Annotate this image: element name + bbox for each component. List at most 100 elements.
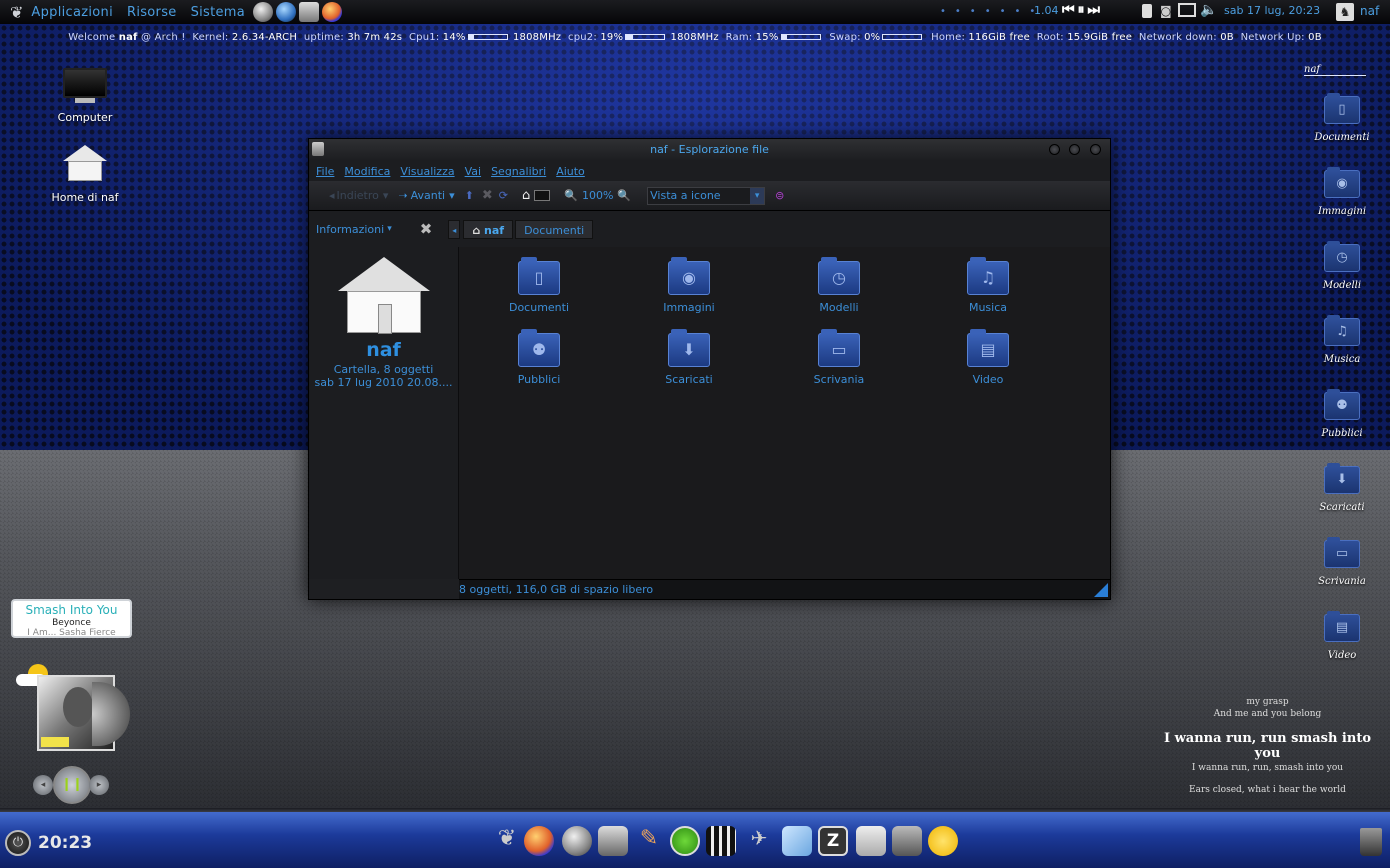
cpu2-bar (625, 34, 666, 40)
gimp-icon[interactable]: ✎ (634, 826, 664, 856)
firefox-icon[interactable] (322, 2, 343, 22)
next-button[interactable]: ▸ (89, 775, 109, 795)
now-playing-card[interactable]: Smash Into You Beyonce I Am... Sasha Fie… (11, 599, 132, 638)
film-icon: ▤ (1335, 620, 1349, 635)
file-item-modelli[interactable]: ◷ Modelli (789, 257, 889, 314)
forward-dropdown-icon[interactable]: ▾ (449, 189, 455, 202)
breadcrumb-documenti[interactable]: Documenti (515, 219, 594, 239)
people-icon: ⚉ (531, 340, 547, 359)
desktop-folder-scrivania[interactable]: ▭ Scrivania (1306, 537, 1378, 587)
menu-file[interactable]: File (316, 165, 334, 178)
view-mode-select[interactable]: Vista a icone ▾ (647, 186, 766, 205)
speaker-icon[interactable]: 🔈 (1200, 2, 1217, 18)
desktop-folder-pubblici[interactable]: ⚉ Pubblici (1306, 389, 1378, 439)
power-icon[interactable]: ⏻ (5, 830, 31, 856)
forward-button[interactable]: Avanti (411, 189, 445, 202)
menu-aiuto[interactable]: Aiuto (556, 165, 585, 178)
firefox-icon[interactable] (524, 826, 554, 856)
virtualbox-icon[interactable] (782, 826, 812, 856)
airplane-icon[interactable]: ✈ (744, 826, 774, 856)
right-header: naf (1304, 64, 1366, 76)
desktop-folder-immagini[interactable]: ◉ Immagini (1306, 167, 1378, 217)
previous-button[interactable]: ◂ (33, 775, 53, 795)
breadcrumb-left-icon[interactable]: ◂ (448, 219, 461, 239)
home-icon[interactable]: ⌂ (522, 188, 530, 203)
file-item-scrivania[interactable]: ▭ Scrivania (789, 329, 889, 386)
file-item-video[interactable]: ▤ Video (938, 329, 1038, 386)
minimize-button[interactable] (1049, 144, 1060, 155)
file-item-musica[interactable]: ♫ Musica (938, 257, 1038, 314)
weather-sun-icon[interactable] (928, 826, 958, 856)
terminal-icon[interactable] (299, 2, 320, 22)
track-album: I Am... Sasha Fierce (27, 628, 116, 638)
house-icon (63, 145, 107, 161)
conky-ram-pct: 15% (755, 32, 779, 43)
up-icon[interactable]: ⬆ (465, 189, 474, 202)
monitor-icon[interactable] (1178, 3, 1196, 17)
menu-segnalibri[interactable]: Segnalibri (491, 165, 546, 178)
file-item-immagini[interactable]: ◉ Immagini (639, 257, 739, 314)
desktop-home[interactable]: Home di naf (44, 145, 126, 204)
pidgin-icon[interactable] (253, 2, 274, 22)
maximize-button[interactable] (1069, 144, 1080, 155)
zoom-out-icon[interactable]: 🔍 (564, 189, 578, 202)
back-dropdown-icon[interactable]: ▾ (383, 189, 389, 202)
pidgin-icon[interactable] (562, 826, 592, 856)
gnome-foot-icon[interactable]: ❦ (492, 826, 522, 856)
media-controls[interactable]: ⏮ ⏸ ⏭ (1062, 2, 1100, 18)
window-titlebar[interactable]: naf - Esplorazione file (309, 139, 1110, 161)
desktop-folder-documenti[interactable]: ▯ Documenti (1306, 93, 1378, 143)
menu-applicazioni[interactable]: Applicazioni (31, 5, 113, 20)
desktop-folder-video[interactable]: ▤ Video (1306, 611, 1378, 661)
user-avatar-icon[interactable]: ♞ (1336, 3, 1354, 21)
menu-vai[interactable]: Vai (465, 165, 481, 178)
folder-label: Musica (1323, 354, 1361, 365)
filezilla-icon[interactable]: Z (818, 826, 848, 856)
terminal-icon[interactable] (598, 826, 628, 856)
reload-icon[interactable]: ⟳ (499, 189, 508, 202)
menu-modifica[interactable]: Modifica (344, 165, 390, 178)
system-monitor-bar: Welcome naf @ Arch ! Kernel: 2.6.34-ARCH… (0, 32, 1390, 48)
panel-clock[interactable]: sab 17 lug, 20:23 (1224, 4, 1320, 17)
clapper-icon[interactable] (706, 826, 736, 856)
zoom-in-icon[interactable]: 🔍 (617, 189, 631, 202)
zoom-level[interactable]: 100% (582, 189, 613, 202)
conky-cpu1-mhz: 1808MHz (513, 32, 562, 43)
desktop-folder-musica[interactable]: ♫ Musica (1306, 315, 1378, 365)
close-sidebar-icon[interactable]: ✖ (420, 220, 433, 238)
close-button[interactable] (1090, 144, 1101, 155)
tool-icon[interactable] (856, 826, 886, 856)
camera-icon: ◉ (1336, 176, 1348, 191)
desktop-folder-scaricati[interactable]: ⬇ Scaricati (1306, 463, 1378, 513)
menu-sistema[interactable]: Sistema (191, 5, 245, 20)
stop-icon[interactable]: ✖ (482, 188, 493, 203)
network-small-icon[interactable]: ◙ (1160, 4, 1172, 18)
trash-icon[interactable] (1360, 828, 1382, 856)
file-item-scaricati[interactable]: ⬇ Scaricati (639, 329, 739, 386)
volume-value: 1.04 (1034, 4, 1059, 17)
pause-button[interactable]: ❙❙ (53, 766, 91, 804)
breadcrumb-naf[interactable]: ⌂ naf (463, 219, 514, 239)
file-item-pubblici[interactable]: ⚉ Pubblici (489, 329, 589, 386)
conky-cpu2-mhz: 1808MHz (670, 32, 719, 43)
menu-risorse[interactable]: Risorse (127, 5, 177, 20)
globe-icon[interactable] (276, 2, 297, 22)
sidebar-selector[interactable]: Informazioni (316, 223, 384, 236)
desktop-folder-modelli[interactable]: ◷ Modelli (1306, 241, 1378, 291)
sidebar-selector-chevron-icon[interactable]: ▾ (387, 224, 392, 234)
file-item-documenti[interactable]: ▯ Documenti (489, 257, 589, 314)
conky-kernel: 2.6.34-ARCH (231, 32, 298, 43)
desktop-computer[interactable]: Computer (48, 68, 122, 124)
computer-icon[interactable] (534, 190, 551, 201)
window-menu-icon[interactable] (312, 142, 324, 156)
workspace-dots[interactable]: ••••••• (940, 6, 1044, 17)
resize-grip-icon[interactable] (1094, 583, 1108, 597)
eject-icon[interactable]: ⊜ (775, 189, 784, 202)
back-button[interactable]: Indietro (337, 189, 379, 202)
menu-visualizza[interactable]: Visualizza (400, 165, 454, 178)
drive-icon[interactable] (892, 826, 922, 856)
media-player-icon[interactable] (670, 826, 700, 856)
battery-icon[interactable] (1142, 4, 1152, 18)
panel-user[interactable]: naf (1360, 4, 1379, 18)
gnome-foot-icon[interactable]: ❦ (10, 3, 23, 22)
